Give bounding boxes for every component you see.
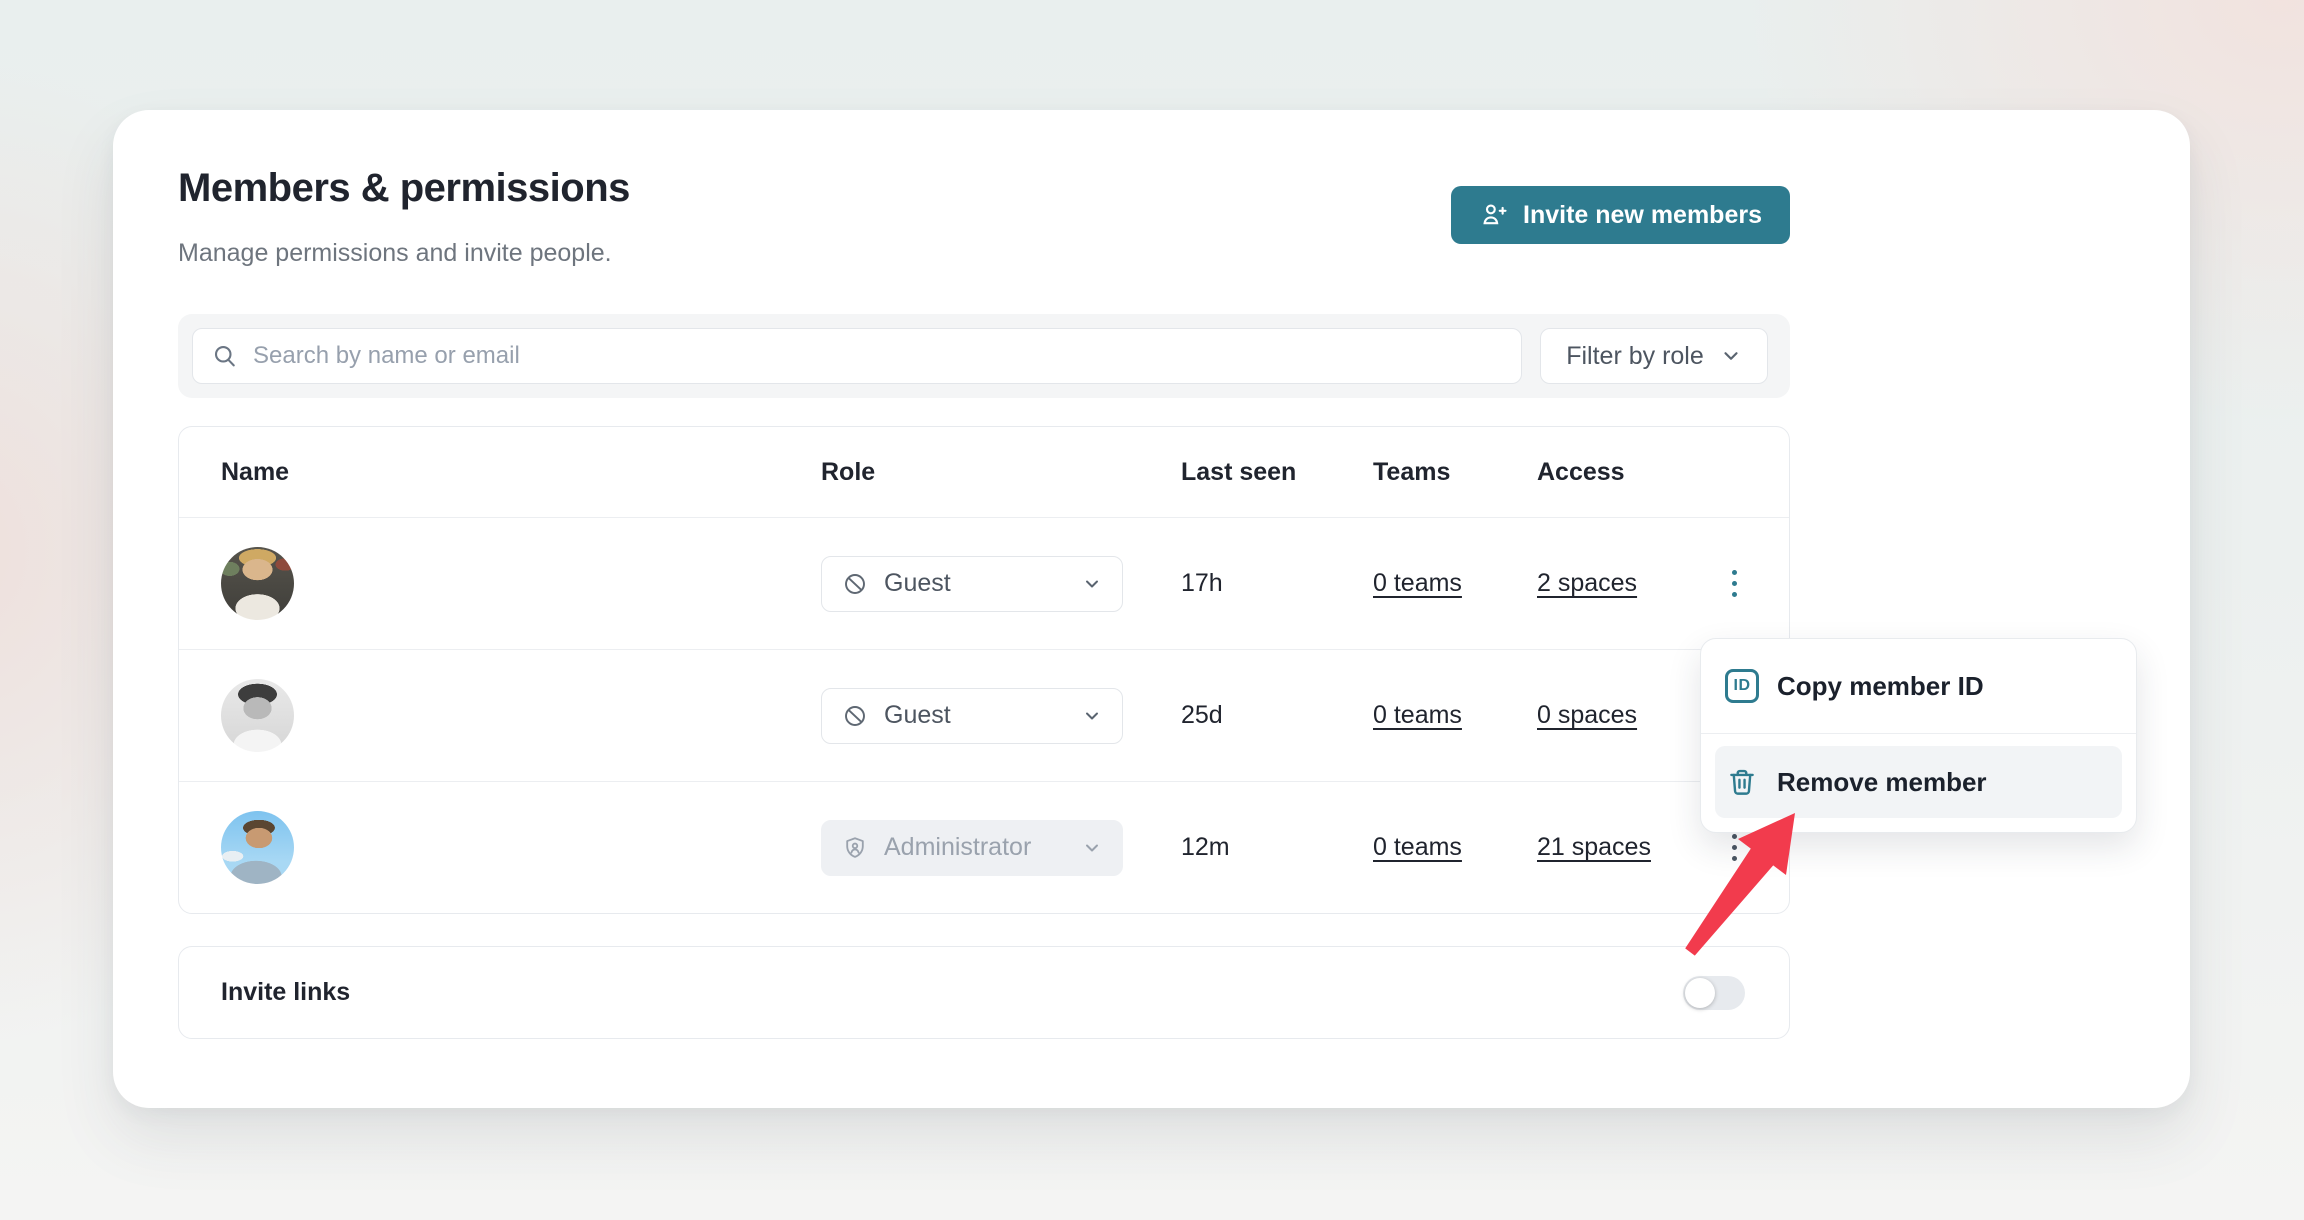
settings-card: Members & permissions Manage permissions… <box>113 110 2190 1108</box>
teams-link[interactable]: 0 teams <box>1373 833 1462 861</box>
last-seen-value: 17h <box>1181 569 1373 598</box>
member-avatar <box>221 547 294 620</box>
invite-links-label: Invite links <box>221 978 350 1007</box>
column-header-name: Name <box>221 458 821 487</box>
teams-link[interactable]: 0 teams <box>1373 569 1462 597</box>
access-link[interactable]: 0 spaces <box>1537 701 1637 729</box>
member-context-menu: ID Copy member ID Remove member <box>1700 638 2137 833</box>
menu-divider <box>1701 733 2136 734</box>
trash-icon <box>1725 765 1759 799</box>
search-input[interactable] <box>253 342 1503 370</box>
role-dropdown[interactable]: Guest <box>821 688 1123 744</box>
role-dropdown-disabled: Administrator <box>821 820 1123 876</box>
filter-label: Filter by role <box>1566 342 1704 371</box>
access-link[interactable]: 21 spaces <box>1537 833 1651 861</box>
invite-new-members-button[interactable]: Invite new members <box>1451 186 1790 244</box>
column-header-role: Role <box>821 458 1181 487</box>
role-value: Administrator <box>884 833 1031 862</box>
chevron-down-icon <box>1082 838 1102 858</box>
chevron-down-icon <box>1082 574 1102 594</box>
access-link[interactable]: 2 spaces <box>1537 569 1637 597</box>
menu-item-label: Copy member ID <box>1777 671 1984 702</box>
role-value: Guest <box>884 701 951 730</box>
chevron-down-icon <box>1082 706 1102 726</box>
invite-links-card: Invite links <box>178 946 1790 1039</box>
role-value: Guest <box>884 569 951 598</box>
ban-icon <box>842 703 868 729</box>
table-row: Guest 17h 0 teams 2 spaces <box>179 517 1789 649</box>
role-dropdown[interactable]: Guest <box>821 556 1123 612</box>
search-box[interactable] <box>192 328 1522 384</box>
menu-item-copy-member-id[interactable]: ID Copy member ID <box>1701 639 2136 733</box>
table-row: Guest 25d 0 teams 0 spaces <box>179 649 1789 781</box>
chevron-down-icon <box>1720 345 1742 367</box>
toggle-knob <box>1685 978 1715 1008</box>
menu-item-remove-member[interactable]: Remove member <box>1715 746 2122 818</box>
title-block: Members & permissions Manage permissions… <box>178 166 630 268</box>
last-seen-value: 12m <box>1181 833 1373 862</box>
members-table: Name Role Last seen Teams Access Guest <box>178 426 1790 914</box>
last-seen-value: 25d <box>1181 701 1373 730</box>
member-avatar <box>221 679 294 752</box>
search-toolbar: Filter by role <box>178 314 1790 398</box>
teams-link[interactable]: 0 teams <box>1373 701 1462 729</box>
table-header-row: Name Role Last seen Teams Access <box>179 427 1789 517</box>
member-avatar <box>221 811 294 884</box>
menu-item-label: Remove member <box>1777 767 1987 798</box>
column-header-access: Access <box>1537 458 1717 487</box>
ban-icon <box>842 571 868 597</box>
column-header-last-seen: Last seen <box>1181 458 1373 487</box>
filter-by-role-dropdown[interactable]: Filter by role <box>1540 328 1768 384</box>
column-header-teams: Teams <box>1373 458 1537 487</box>
page-title: Members & permissions <box>178 166 630 211</box>
page-subtitle: Manage permissions and invite people. <box>178 239 630 268</box>
invite-button-label: Invite new members <box>1523 201 1762 230</box>
shield-person-icon <box>842 835 868 861</box>
search-icon <box>211 342 239 370</box>
id-badge-icon: ID <box>1725 669 1759 703</box>
members-permissions-page: { "page": { "title": "Members & permissi… <box>0 0 2304 1220</box>
card-header: Members & permissions Manage permissions… <box>178 166 1790 268</box>
invite-links-toggle[interactable] <box>1683 976 1745 1010</box>
table-row: Administrator 12m 0 teams 21 spaces <box>179 781 1789 913</box>
row-actions-kebab-menu[interactable] <box>1717 562 1751 605</box>
user-plus-icon <box>1479 200 1509 230</box>
